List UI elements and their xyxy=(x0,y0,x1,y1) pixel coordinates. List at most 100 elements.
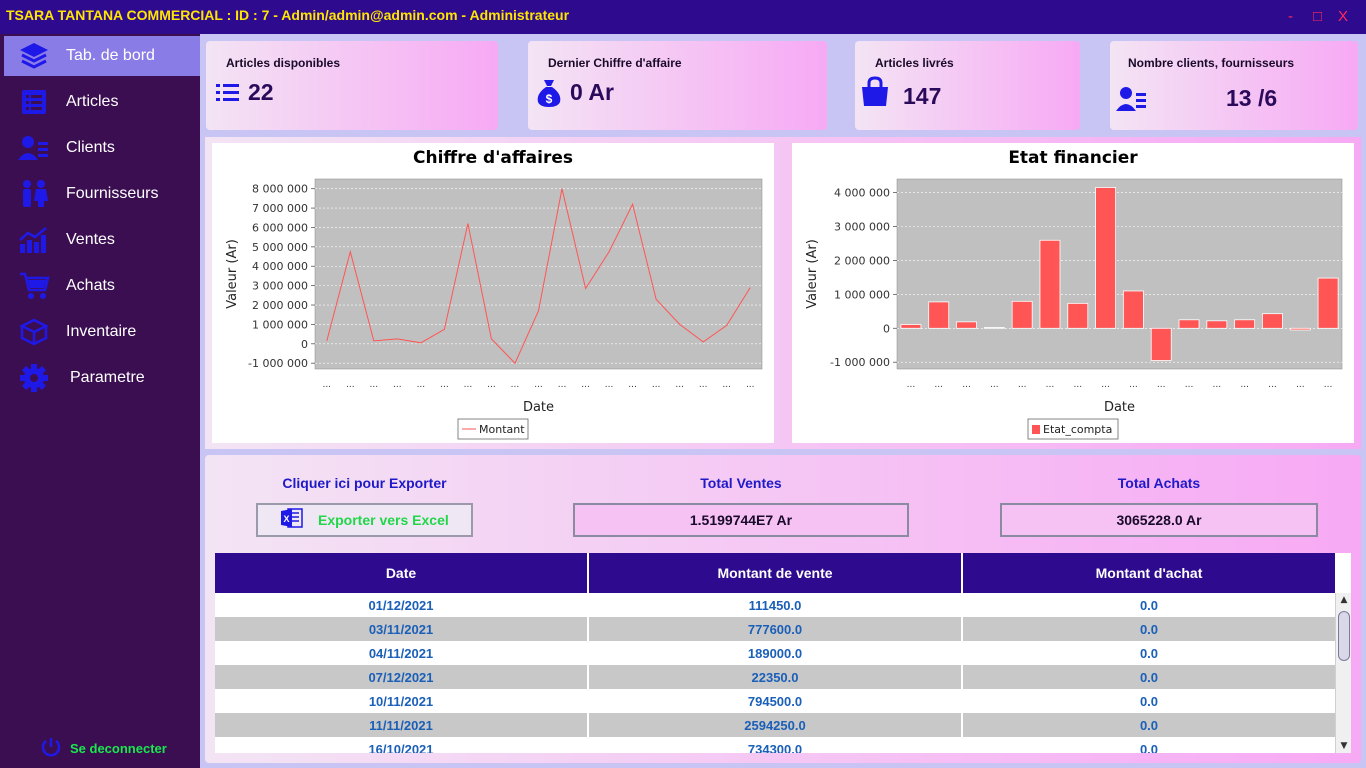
column-header-montant-achat[interactable]: Montant d'achat xyxy=(963,553,1335,593)
table-row[interactable]: 03/11/2021 777600.0 0.0 xyxy=(215,617,1335,641)
sidebar-item-parametre[interactable]: Parametre xyxy=(4,358,200,398)
x-tick-label: ... xyxy=(722,380,731,390)
close-button[interactable]: X xyxy=(1338,8,1348,25)
money-bag-icon: $ xyxy=(535,78,563,112)
bar xyxy=(983,327,1005,329)
maximize-button[interactable]: □ xyxy=(1313,8,1322,25)
sales-table: Date Montant de vente Montant d'achat 01… xyxy=(215,553,1351,753)
cell-montant-achat: 0.0 xyxy=(1139,669,1159,685)
x-tick-label: ... xyxy=(962,380,971,390)
export-label: Cliquer ici pour Exporter xyxy=(282,475,447,491)
cell-montant-achat: 0.0 xyxy=(1139,717,1159,733)
scroll-down-arrow-icon[interactable]: ▼ xyxy=(1336,739,1351,753)
bar xyxy=(1262,313,1283,329)
y-tick-label: 3 000 000 xyxy=(834,221,890,234)
y-tick-label: 0 xyxy=(301,338,308,351)
plot-area xyxy=(896,178,1343,370)
sidebar-item-label: Ventes xyxy=(66,231,115,248)
x-tick-label: ... xyxy=(990,380,999,390)
table-row[interactable]: 10/11/2021 794500.0 0.0 xyxy=(215,689,1335,713)
minimize-button[interactable]: - xyxy=(1288,8,1293,25)
y-tick-label: 5 000 000 xyxy=(252,241,308,254)
table-scrollbar[interactable]: ▲ ▼ xyxy=(1335,593,1351,753)
cell-montant-vente: 22350.0 xyxy=(589,665,963,689)
x-tick-label: ... xyxy=(581,380,590,390)
y-tick-label: 8 000 000 xyxy=(252,183,308,196)
export-button-label: Exporter vers Excel xyxy=(318,512,449,528)
sidebar-item-ventes[interactable]: Ventes xyxy=(4,220,200,260)
svg-text:X: X xyxy=(283,514,289,524)
cell-date: 07/12/2021 xyxy=(215,665,589,689)
x-tick-label: ... xyxy=(417,380,426,390)
column-header-montant-vente[interactable]: Montant de vente xyxy=(589,553,963,593)
sidebar-item-dashboard[interactable]: Tab. de bord xyxy=(4,36,200,76)
sidebar-item-clients[interactable]: Clients xyxy=(4,128,200,168)
scroll-up-arrow-icon[interactable]: ▲ xyxy=(1336,593,1351,607)
sidebar-item-achats[interactable]: Achats xyxy=(4,266,200,306)
bar xyxy=(1122,290,1144,329)
x-tick-label: ... xyxy=(1073,380,1082,390)
card-clients-fournisseurs: Nombre clients, fournisseurs 13 /6 xyxy=(1110,41,1358,130)
table-row[interactable]: 16/10/2021 734300.0 0.0 xyxy=(215,737,1335,753)
list-icon xyxy=(14,86,54,118)
gear-icon xyxy=(14,362,54,394)
shopping-bag-icon xyxy=(860,76,890,112)
table-row[interactable]: 07/12/2021 22350.0 0.0 xyxy=(215,665,1335,689)
table-row[interactable]: 04/11/2021 189000.0 0.0 xyxy=(215,641,1335,665)
y-tick-label: -1 000 000 xyxy=(830,356,890,369)
cell-date: 16/10/2021 xyxy=(215,737,589,753)
y-axis-label: Valeur (Ar) xyxy=(225,239,240,309)
power-icon xyxy=(40,736,62,761)
cell-montant-achat: 0.0 xyxy=(1139,741,1159,754)
column-header-date[interactable]: Date xyxy=(215,553,589,593)
export-excel-button[interactable]: X Exporter vers Excel xyxy=(256,503,473,537)
bar xyxy=(1095,187,1117,329)
y-tick-label: 3 000 000 xyxy=(252,280,308,293)
table-row[interactable]: 01/12/2021 111450.0 0.0 xyxy=(215,593,1335,617)
x-tick-label: ... xyxy=(605,380,614,390)
total-ventes-value: 1.5199744E7 Ar xyxy=(573,503,909,537)
x-tick-label: ... xyxy=(558,380,567,390)
sidebar-item-label: Inventaire xyxy=(66,323,137,340)
x-tick-label: ... xyxy=(440,380,449,390)
sidebar-item-label: Tab. de bord xyxy=(66,47,155,64)
x-tick-label: ... xyxy=(746,380,755,390)
x-tick-label: ... xyxy=(628,380,637,390)
table-row[interactable]: 11/11/2021 2594250.0 0.0 xyxy=(215,713,1335,737)
y-tick-label: 2 000 000 xyxy=(252,299,308,312)
card-dernier-chiffre: Dernier Chiffre d'affaire $ 0 Ar xyxy=(528,41,827,130)
sidebar-item-fournisseurs[interactable]: Fournisseurs xyxy=(4,174,200,214)
x-tick-label: ... xyxy=(675,380,684,390)
x-tick-label: ... xyxy=(1046,380,1055,390)
bar xyxy=(956,321,977,329)
x-tick-label: ... xyxy=(1101,380,1110,390)
x-tick-label: ... xyxy=(487,380,496,390)
x-tick-label: ... xyxy=(322,380,331,390)
bar xyxy=(1317,277,1339,329)
card-articles-livres: Articles livrés 147 xyxy=(855,41,1080,130)
bar xyxy=(1206,320,1228,329)
logout-button[interactable]: Se deconnecter xyxy=(32,736,167,761)
bar xyxy=(1178,319,1200,329)
x-tick-label: ... xyxy=(370,380,379,390)
cart-icon xyxy=(14,270,54,302)
y-tick-label: 4 000 000 xyxy=(834,187,890,200)
cell-montant-vente: 777600.0 xyxy=(589,617,963,641)
x-tick-label: ... xyxy=(907,380,916,390)
scroll-thumb[interactable] xyxy=(1338,611,1350,661)
y-tick-label: 0 xyxy=(883,322,890,335)
box-icon xyxy=(14,316,54,348)
cell-date: 11/11/2021 xyxy=(215,713,589,737)
y-tick-label: 2 000 000 xyxy=(834,254,890,267)
sidebar-item-articles[interactable]: Articles xyxy=(4,82,200,122)
x-tick-label: ... xyxy=(534,380,543,390)
sidebar-item-label: Achats xyxy=(66,277,115,294)
card-value: 147 xyxy=(903,83,942,109)
x-tick-label: ... xyxy=(511,380,520,390)
cell-montant-achat: 0.0 xyxy=(1139,693,1159,709)
list-icon xyxy=(216,82,240,108)
bar-chart: Etat financier 4 000 000 3 000 000 2 000 00… xyxy=(805,148,1343,440)
table-header: Date Montant de vente Montant d'achat xyxy=(215,553,1335,593)
sidebar-item-inventaire[interactable]: Inventaire xyxy=(4,312,200,352)
x-tick-label: ... xyxy=(464,380,473,390)
